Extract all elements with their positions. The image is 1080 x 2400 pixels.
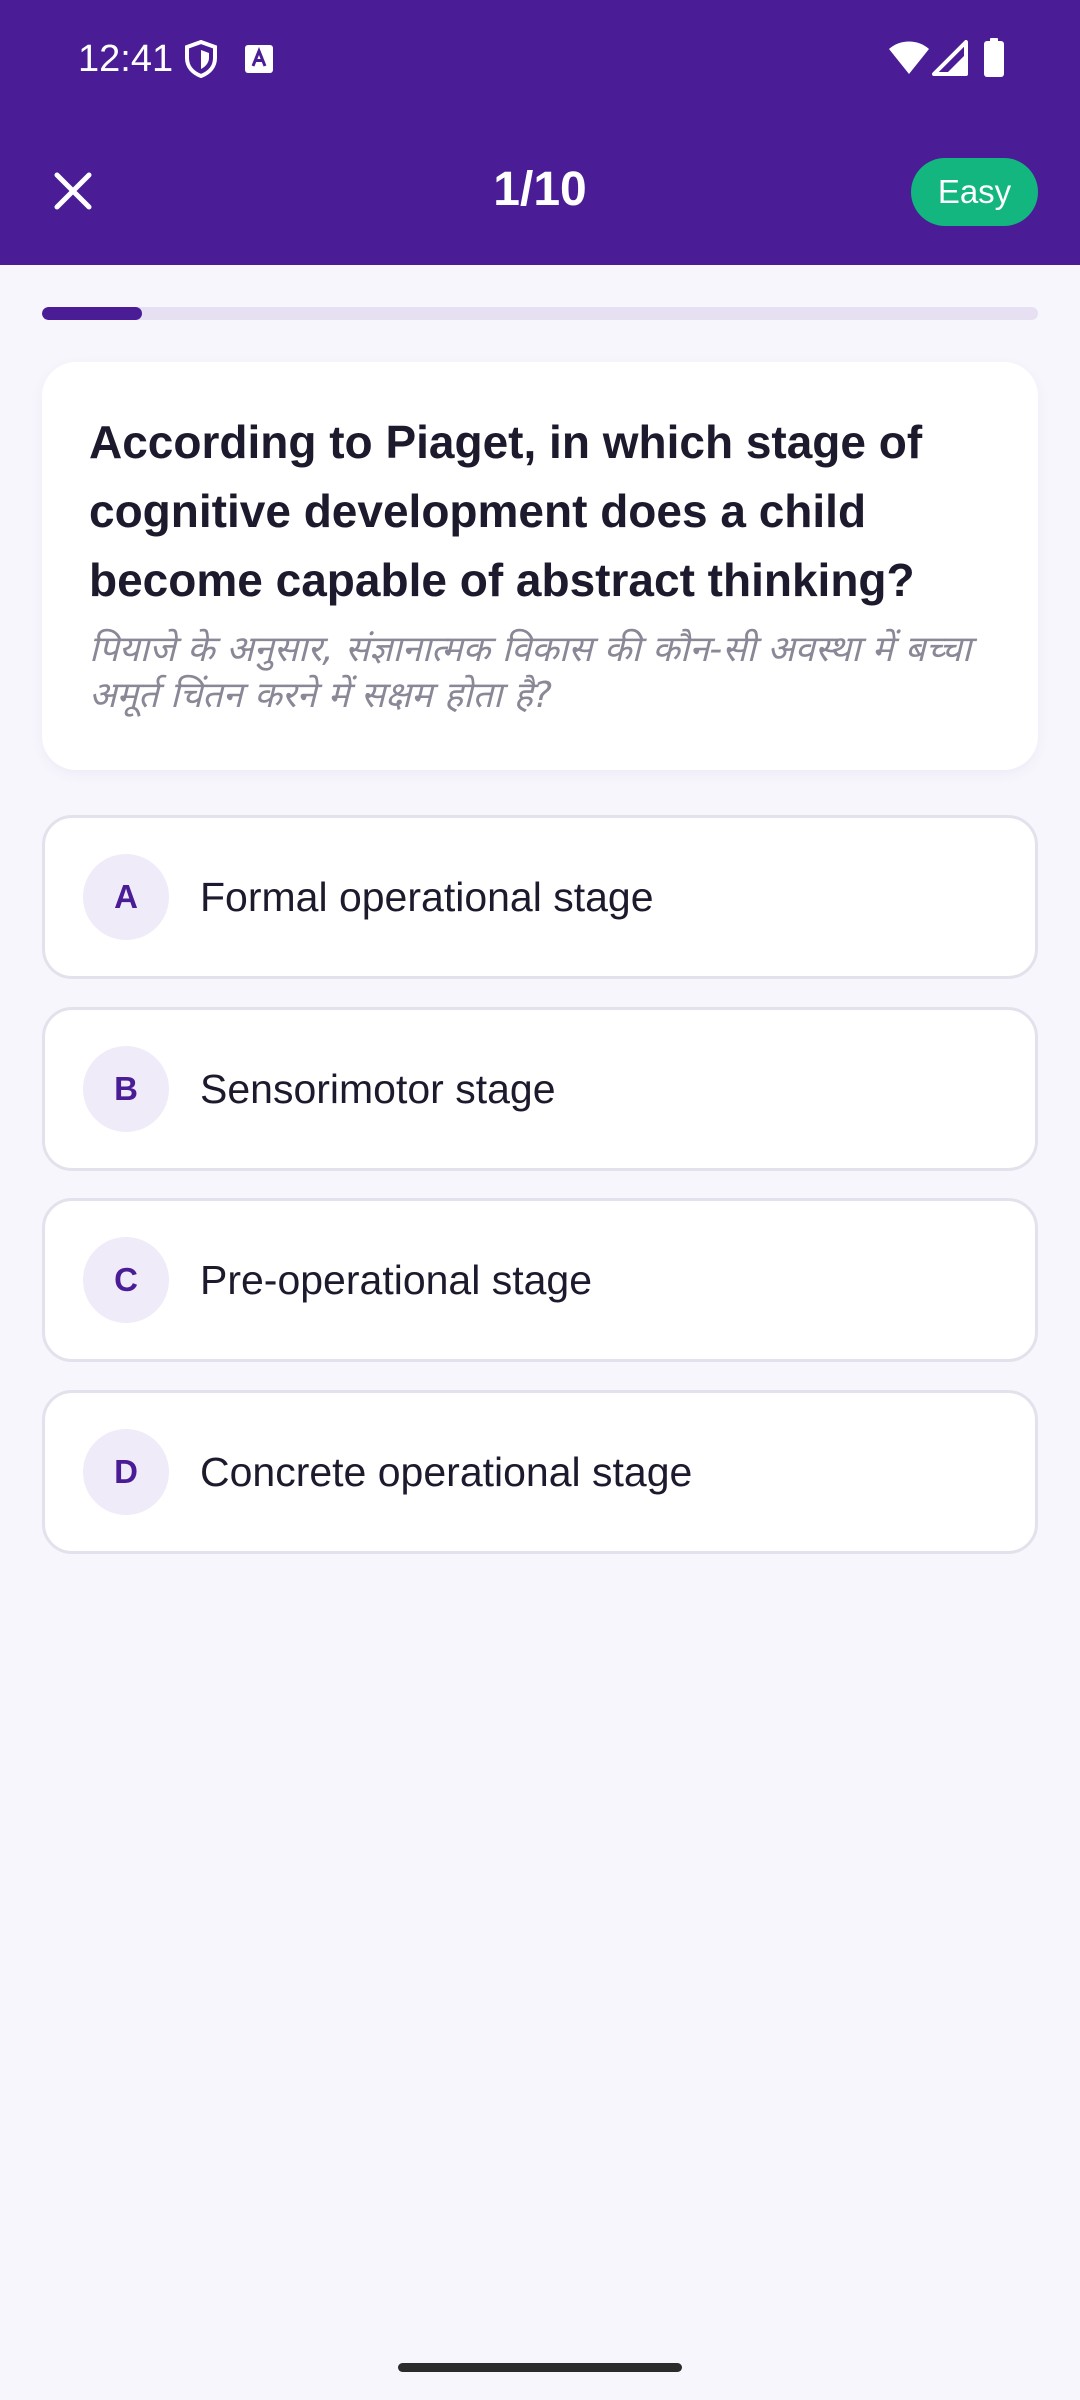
option-text: Pre-operational stage [200, 1257, 593, 1303]
wifi-icon [888, 40, 930, 81]
option-c[interactable]: C Pre-operational stage [42, 1198, 1038, 1362]
toolbar: 1/10 Easy [0, 118, 1080, 265]
shield-icon [184, 39, 218, 83]
status-time: 12:41 [78, 38, 174, 80]
app-bar: 12:41 1/10 Easy [0, 0, 1080, 265]
progress-fill [42, 307, 142, 320]
home-indicator[interactable] [398, 2363, 682, 2372]
question-card: According to Piaget, in which stage of c… [42, 362, 1038, 770]
option-text: Concrete operational stage [200, 1449, 693, 1495]
option-d[interactable]: D Concrete operational stage [42, 1390, 1038, 1554]
question-text-hindi: पियाजे के अनुसार, संज्ञानात्मक विकास की … [89, 629, 972, 716]
option-letter-badge: D [83, 1429, 169, 1515]
signal-icon [932, 40, 968, 81]
option-a[interactable]: A Formal operational stage [42, 815, 1038, 979]
option-letter-badge: C [83, 1237, 169, 1323]
option-text: Sensorimotor stage [200, 1066, 556, 1112]
quiz-progress-bar [42, 307, 1038, 320]
option-b[interactable]: B Sensorimotor stage [42, 1007, 1038, 1171]
question-text-english: According to Piaget, in which stage of c… [89, 416, 923, 606]
option-text: Formal operational stage [200, 874, 654, 920]
option-letter-badge: A [83, 854, 169, 940]
battery-icon [983, 38, 1005, 83]
option-letter-badge: B [83, 1046, 169, 1132]
difficulty-badge: Easy [911, 158, 1038, 226]
status-bar: 12:41 [0, 0, 1080, 118]
text-a-icon [244, 44, 274, 79]
